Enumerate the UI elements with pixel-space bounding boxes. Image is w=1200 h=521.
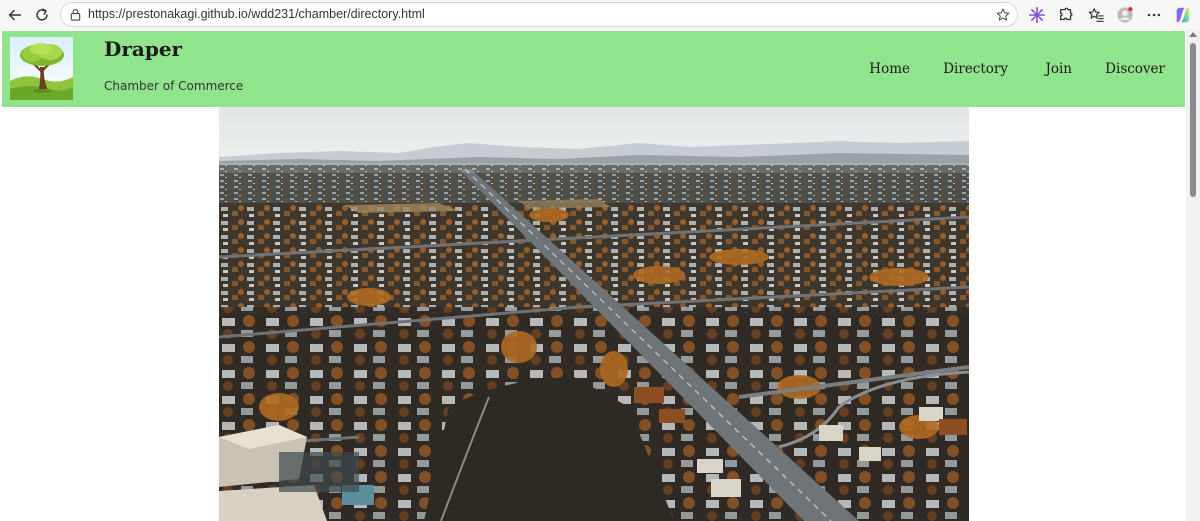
scroll-up-icon[interactable] — [1189, 32, 1197, 37]
copilot-sparkle-icon — [1028, 6, 1046, 24]
page-viewport: Draper Chamber of Commerce Home Director… — [0, 29, 1200, 521]
reload-button[interactable] — [31, 4, 53, 26]
back-icon — [8, 9, 22, 21]
copilot-button[interactable] — [1173, 5, 1193, 25]
nav-link-discover[interactable]: Discover — [1105, 61, 1165, 77]
nav-link-home[interactable]: Home — [869, 61, 910, 77]
copilot-sparkle-button[interactable] — [1027, 5, 1047, 25]
url-text[interactable]: https://prestonakagi.github.io/wdd231/ch… — [88, 7, 425, 21]
favorites-icon — [1088, 8, 1104, 22]
address-bar[interactable]: https://prestonakagi.github.io/wdd231/ch… — [60, 2, 1018, 27]
reload-icon — [36, 8, 48, 21]
page-scrollbar[interactable] — [1186, 29, 1200, 521]
extensions-button[interactable] — [1056, 5, 1076, 25]
tree-logo-icon — [10, 37, 73, 100]
star-icon[interactable] — [995, 7, 1011, 23]
scrollbar-thumb[interactable] — [1190, 43, 1196, 197]
profile-button[interactable] — [1115, 5, 1135, 25]
site-title: Draper — [104, 37, 183, 61]
lock-icon[interactable] — [69, 8, 82, 21]
back-button[interactable] — [4, 4, 26, 26]
chamber-logo[interactable] — [10, 37, 73, 100]
nav-link-join[interactable]: Join — [1045, 61, 1072, 77]
favorites-button[interactable] — [1086, 5, 1106, 25]
site-header: Draper Chamber of Commerce Home Director… — [2, 31, 1185, 107]
nav-link-directory[interactable]: Directory — [943, 61, 1008, 77]
browser-toolbar: https://prestonakagi.github.io/wdd231/ch… — [0, 0, 1200, 29]
more-icon — [1147, 13, 1161, 17]
copilot-icon — [1176, 7, 1190, 23]
hero-image — [219, 107, 969, 521]
more-button[interactable] — [1144, 5, 1164, 25]
site-subtitle: Chamber of Commerce — [104, 79, 244, 93]
profile-icon — [1117, 6, 1133, 23]
extensions-icon — [1059, 7, 1073, 21]
aerial-town-photo — [219, 107, 969, 521]
